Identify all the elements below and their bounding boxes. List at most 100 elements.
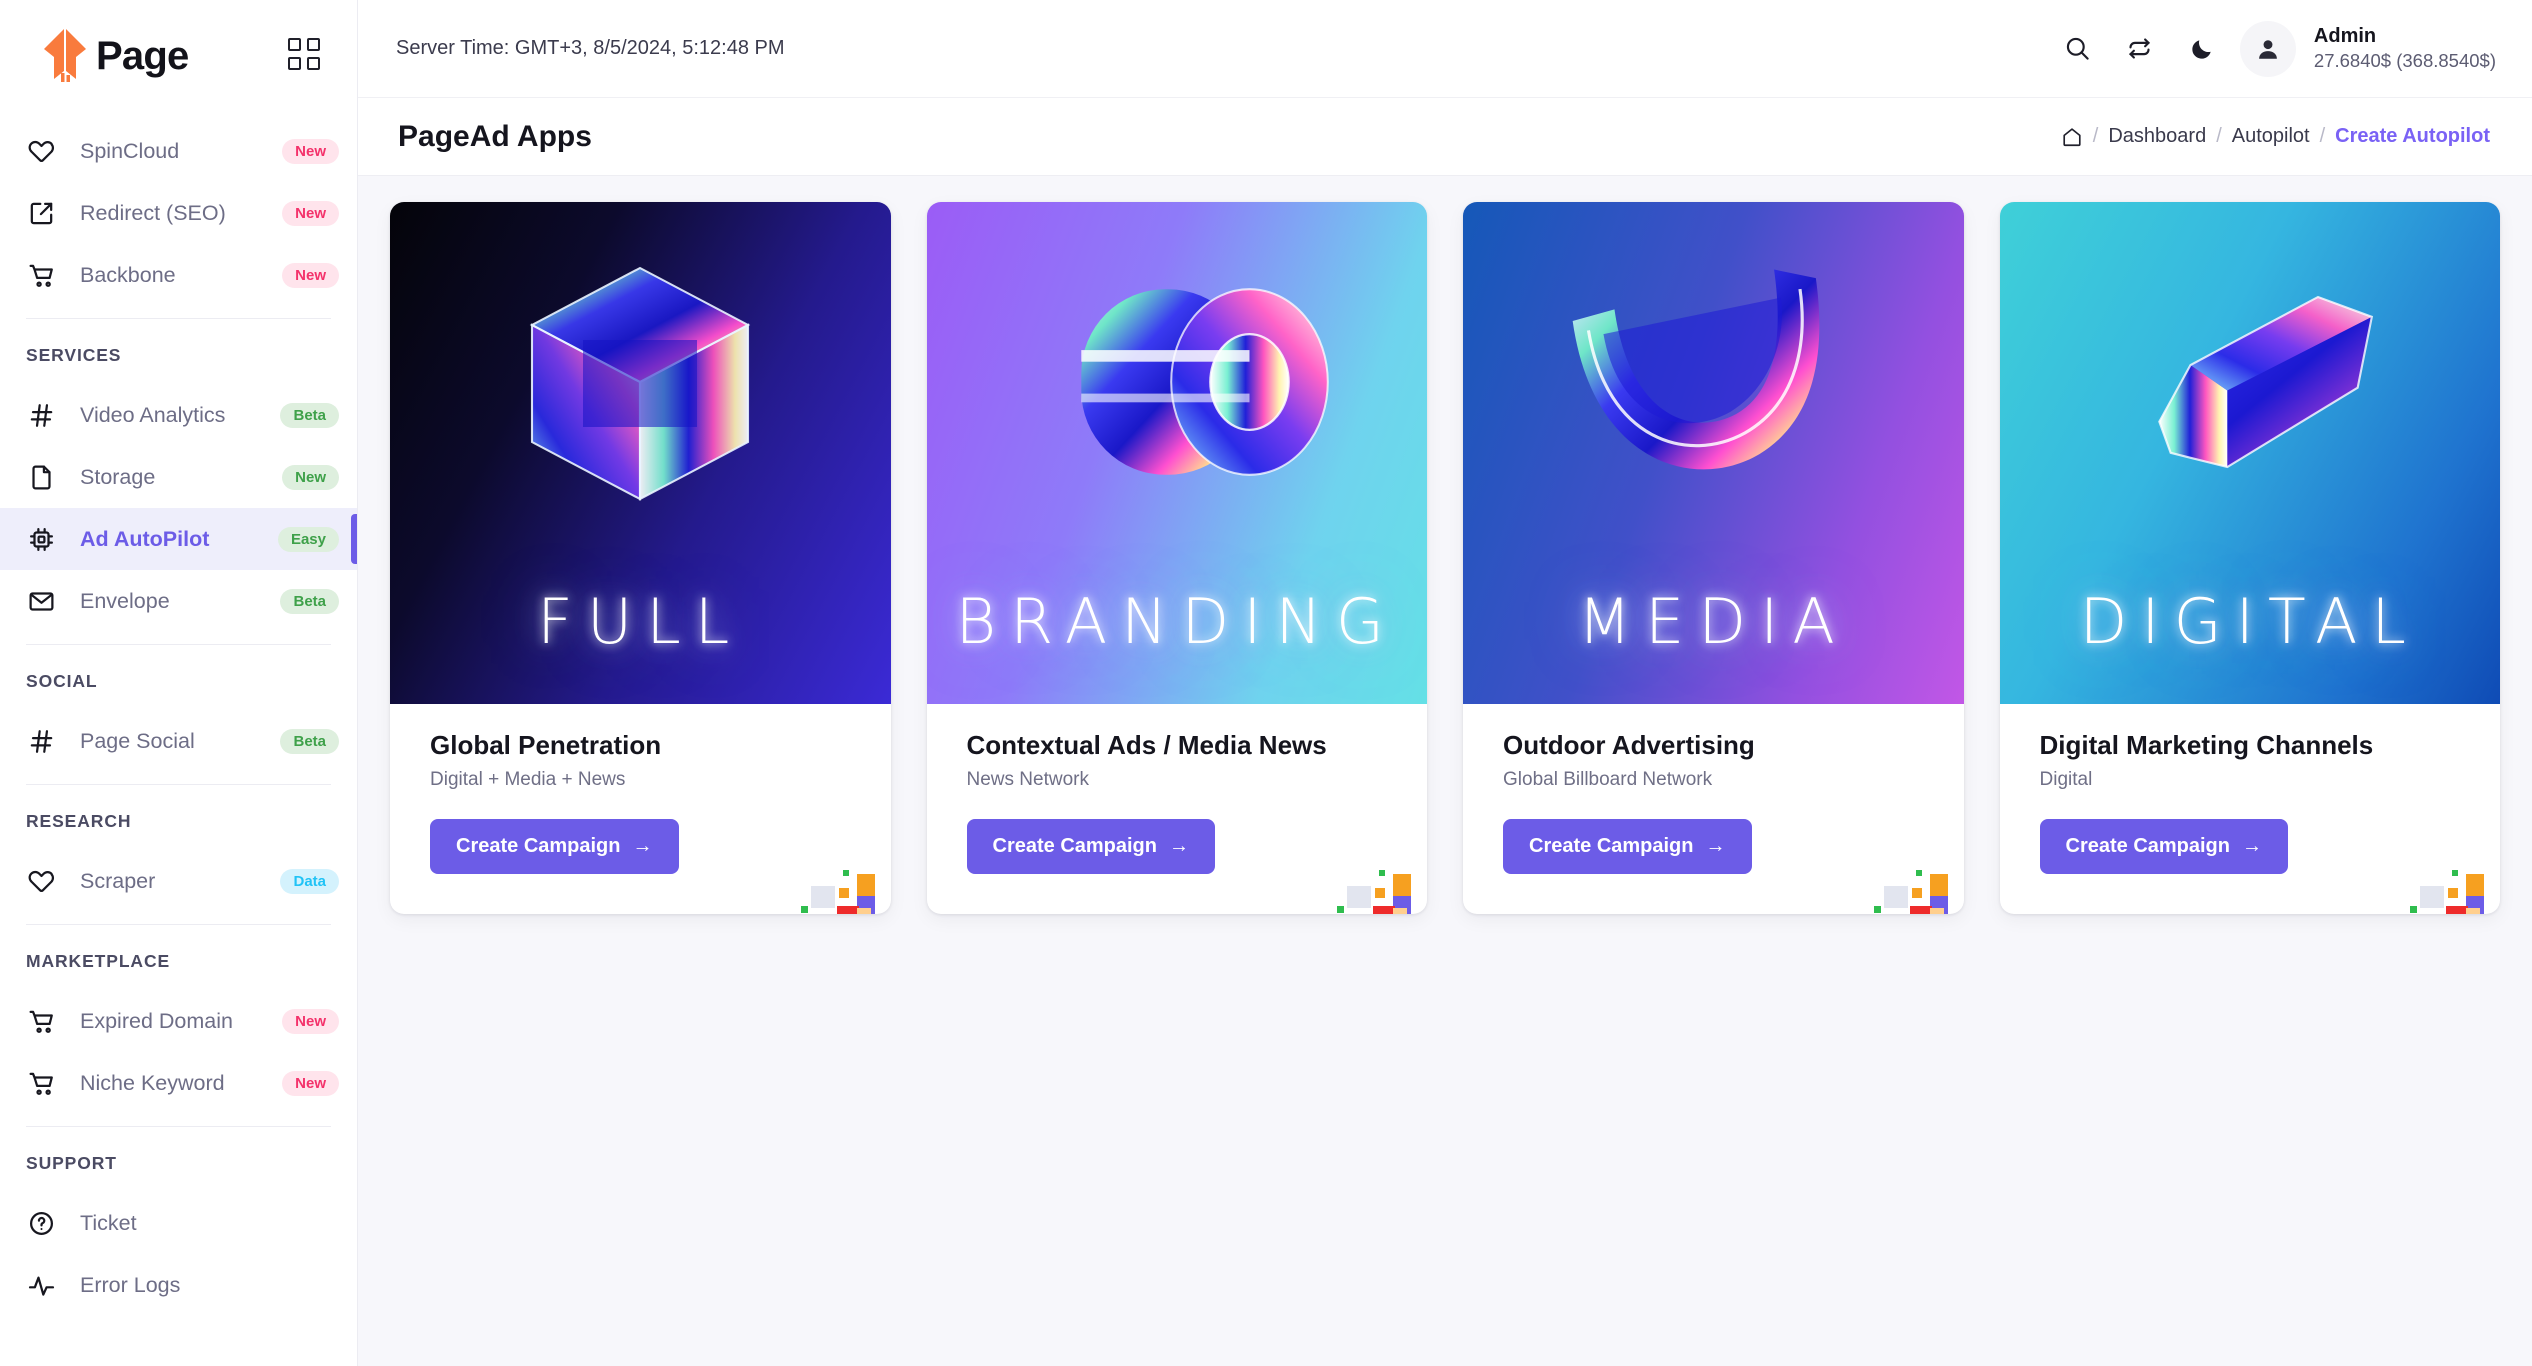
sidebar-item-label: Niche Keyword	[80, 1070, 225, 1095]
card-title: Global Penetration	[430, 730, 662, 760]
sidebar-item-scraper[interactable]: Scraper Data	[0, 850, 357, 912]
external-link-icon	[26, 198, 56, 228]
create-campaign-label: Create Campaign	[456, 835, 621, 857]
breadcrumb: / Dashboard / Autopilot / Create Autopilot	[2055, 125, 2496, 148]
sidebar-item-badge: Beta	[280, 728, 339, 754]
breadcrumb-separator: /	[2216, 125, 2222, 147]
sidebar-item-video-analytics[interactable]: Video Analytics Beta	[0, 384, 357, 446]
sidebar-item-label: Backbone	[80, 262, 176, 287]
sidebar: Page SpinCloud New Redirect (SEO) New Ba…	[0, 0, 358, 1366]
card-body: Global Penetration Digital + Media + New…	[390, 704, 891, 914]
brand-name: Page	[96, 33, 189, 78]
sidebar-item-label: Video Analytics	[80, 402, 226, 427]
sidebar-item-backbone[interactable]: Backbone New	[0, 244, 357, 306]
card-neon-word: BRANDING	[955, 585, 1398, 658]
card-subtitle: Global Billboard Network	[1503, 769, 1713, 790]
user-avatar-icon[interactable]	[2239, 20, 2296, 77]
sidebar-group-title: MARKETPLACE	[26, 951, 171, 971]
sidebar-item-label: Ad AutoPilot	[80, 526, 210, 551]
sidebar-item-badge: Beta	[280, 402, 339, 428]
card-visual: BRANDING	[926, 202, 1427, 704]
file-icon	[26, 462, 56, 492]
sidebar-group-title: SOCIAL	[26, 671, 98, 691]
app-card[interactable]: DIGITAL Digital Marketing Channels Digit…	[1999, 202, 2501, 914]
arrow-right-icon: →	[1705, 835, 1726, 857]
sidebar-item-ad-autopilot[interactable]: Ad AutoPilot Easy	[0, 508, 357, 570]
sidebar-item-badge: New	[282, 1008, 339, 1034]
sidebar-group-research: RESEARCH Scraper Data	[0, 785, 357, 912]
sidebar-item-envelope[interactable]: Envelope Beta	[0, 570, 357, 632]
sidebar-item-page-social[interactable]: Page Social Beta	[0, 710, 357, 772]
moon-icon[interactable]	[2174, 21, 2230, 77]
sidebar-item-badge: New	[282, 138, 339, 164]
topbar-actions: Admin 27.6840$ (368.8540$)	[2044, 20, 2496, 77]
app-card-grid: FULL Global Penetration Digital + Media …	[390, 202, 2500, 914]
heart-icon	[26, 866, 56, 896]
card-neon-word: MEDIA	[1577, 585, 1849, 658]
sidebar-item-label: Storage	[80, 464, 156, 489]
user-meta[interactable]: Admin 27.6840$ (368.8540$)	[2314, 24, 2496, 72]
sidebar-group-support: SUPPORT Ticket Error Logs	[0, 1127, 357, 1316]
card-neon-word: FULL	[537, 585, 744, 658]
card-subtitle: News Network	[966, 769, 1089, 790]
pixel-decoration	[2406, 856, 2484, 914]
prism-3d-graphic	[2000, 202, 2501, 562]
create-campaign-button[interactable]: Create Campaign →	[430, 819, 679, 874]
sidebar-item-label: Ticket	[80, 1210, 137, 1235]
breadcrumb-item-autopilot[interactable]: Autopilot	[2226, 125, 2316, 147]
create-campaign-button[interactable]: Create Campaign →	[2039, 819, 2288, 874]
card-visual: MEDIA	[1463, 202, 1964, 704]
cart-icon	[26, 1068, 56, 1098]
sidebar-item-badge: New	[282, 262, 339, 288]
arrow-right-icon: →	[632, 835, 653, 857]
pixel-decoration	[1870, 856, 1948, 914]
home-icon[interactable]	[2055, 126, 2089, 148]
card-title: Outdoor Advertising	[1503, 730, 1755, 760]
sidebar-item-niche-keyword[interactable]: Niche Keyword New	[0, 1052, 357, 1114]
help-circle-icon	[26, 1208, 56, 1238]
sidebar-item-badge: Easy	[277, 526, 339, 552]
sidebar-group-title: RESEARCH	[26, 811, 132, 831]
app-card[interactable]: BRANDING Contextual Ads / Media News New…	[926, 202, 1428, 914]
brand-header: Page	[0, 0, 357, 112]
sidebar-group-services: SERVICES Video Analytics Beta Storage Ne…	[0, 319, 357, 632]
cube-3d-graphic	[390, 202, 891, 562]
sidebar-item-storage[interactable]: Storage New	[0, 446, 357, 508]
sidebar-item-label: Envelope	[80, 588, 170, 613]
pixel-decoration	[1333, 856, 1411, 914]
sidebar-item-error-logs[interactable]: Error Logs	[0, 1254, 357, 1316]
card-subtitle: Digital	[2039, 769, 2093, 790]
refresh-icon[interactable]	[2112, 21, 2168, 77]
sidebar-item-badge: New	[282, 1070, 339, 1096]
page-origami-logo[interactable]	[40, 27, 92, 85]
breadcrumb-separator: /	[2319, 125, 2326, 147]
arrow-right-icon: →	[1169, 835, 1189, 857]
server-time: Server Time: GMT+3, 8/5/2024, 5:12:48 PM	[396, 37, 785, 59]
sidebar-item-expired-domain[interactable]: Expired Domain New	[0, 990, 357, 1052]
sidebar-group-title: SERVICES	[26, 345, 122, 365]
sidebar-item-ticket[interactable]: Ticket	[0, 1192, 357, 1254]
grid-toggle-icon[interactable]	[288, 38, 322, 72]
card-subtitle: Digital + Media + News	[430, 769, 626, 790]
create-campaign-button[interactable]: Create Campaign →	[966, 819, 1215, 874]
breadcrumb-item-create-autopilot[interactable]: Create Autopilot	[2329, 125, 2496, 147]
activity-icon	[26, 1270, 56, 1300]
search-icon[interactable]	[2050, 21, 2106, 77]
sidebar-item-label: SpinCloud	[80, 138, 180, 163]
app-card[interactable]: MEDIA Outdoor Advertising Global Billboa…	[1463, 202, 1964, 914]
sidebar-item-label: Error Logs	[80, 1272, 181, 1297]
sidebar-group-social: SOCIAL Page Social Beta	[0, 645, 357, 772]
create-campaign-button[interactable]: Create Campaign →	[1503, 819, 1752, 874]
content-area: FULL Global Penetration Digital + Media …	[358, 176, 2532, 1366]
cart-icon	[26, 1006, 56, 1036]
sidebar-item-badge: Data	[280, 868, 339, 894]
sidebar-item-spincloud[interactable]: SpinCloud New	[0, 120, 357, 182]
sidebar-nav: SpinCloud New Redirect (SEO) New Backbon…	[0, 112, 357, 1366]
create-campaign-label: Create Campaign	[992, 835, 1158, 857]
sidebar-item-redirect-seo[interactable]: Redirect (SEO) New	[0, 182, 357, 244]
breadcrumb-item-dashboard[interactable]: Dashboard	[2102, 125, 2212, 147]
sidebar-item-label: Scraper	[80, 868, 156, 893]
app-card[interactable]: FULL Global Penetration Digital + Media …	[390, 202, 891, 914]
card-body: Contextual Ads / Media News News Network…	[927, 704, 1428, 914]
sidebar-group-title: SUPPORT	[26, 1153, 117, 1173]
